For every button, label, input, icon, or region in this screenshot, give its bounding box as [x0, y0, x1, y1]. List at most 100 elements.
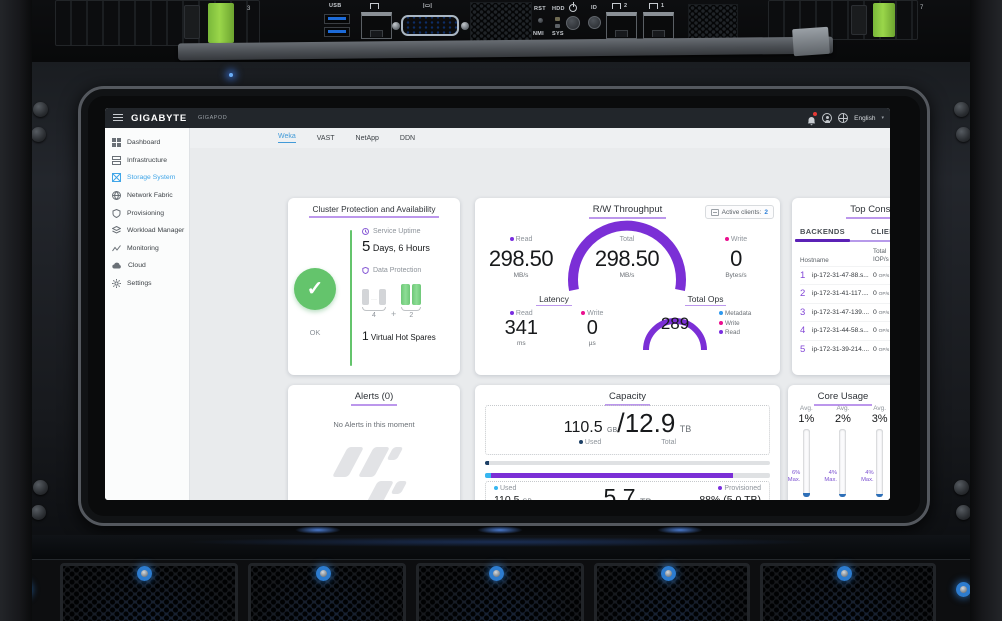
- tab-netapp[interactable]: NetApp: [356, 135, 379, 142]
- total-ops-value: 289: [639, 314, 711, 334]
- tab-weka[interactable]: Weka: [278, 133, 296, 143]
- tab-clients[interactable]: CLIENTS: [871, 227, 890, 236]
- card-title: Capacity: [475, 385, 780, 406]
- rail-bracket: [792, 27, 830, 56]
- consumer-row[interactable]: 5 ip-172-31-39-214.... 0 OP/s 0 Bytes/s: [800, 340, 890, 359]
- latency-write: Write 0 µs: [581, 310, 603, 347]
- core-usage-card: Core Usage Avg. 1% 6%Max. Avg. 2% 4%: [788, 385, 890, 500]
- sys-led: [555, 24, 560, 28]
- rack-ear-thumbscrew: [956, 582, 971, 597]
- core-col-frontend: Avg. 1% 6%Max.: [790, 405, 822, 497]
- cloud-icon: [112, 261, 122, 270]
- provisioned-detail: Provisioned 88% (5.0 TB): [699, 485, 761, 500]
- status-label: OK: [294, 328, 336, 337]
- alerts-card: Alerts (0) No Alerts in this moment: [288, 385, 460, 500]
- tab-vast[interactable]: VAST: [317, 135, 335, 142]
- tab-backends[interactable]: BACKENDS: [800, 227, 845, 236]
- network-fabric-icon: [112, 191, 121, 200]
- rack-rail-right: [970, 0, 1002, 621]
- sidebar-item-network-fabric[interactable]: Network Fabric: [105, 187, 189, 205]
- notifications-bell-icon[interactable]: [807, 113, 816, 123]
- vendor-tabbar: Weka VAST NetApp DDN: [190, 128, 890, 148]
- capacity-detail-box: Used 110.5 GB 5.7 TB Provisioned 88% (5.…: [485, 481, 770, 500]
- sidebar-item-provisioning[interactable]: Provisioning: [105, 204, 189, 222]
- monitor-panel: GIGABYTE GIGAPOD English ▾: [0, 62, 1002, 535]
- menu-icon[interactable]: [113, 114, 123, 122]
- core-max-label: 6%Max.: [782, 470, 800, 485]
- dashboard-icon: [112, 138, 121, 147]
- consumer-row[interactable]: 1 ip-172-31-47-88.s... 0 OP/s 0 Bytes/s: [800, 266, 890, 285]
- throughput-card: R/W Throughput Active clients: 2 Read 29…: [475, 198, 780, 375]
- core-bar: [803, 429, 810, 497]
- hot-spares: 1 Virtual Hot Spares: [362, 329, 456, 343]
- tab-ddn[interactable]: DDN: [400, 135, 415, 142]
- product-name: GIGAPOD: [198, 115, 227, 121]
- fan-row: [0, 559, 1002, 621]
- parity-count: 2: [401, 312, 421, 319]
- core-col-drives: Avg. 3% 4%Max.: [864, 405, 890, 497]
- vga-screw-right: [461, 22, 469, 30]
- fan-thumbscrew: [837, 566, 852, 581]
- drive-bay-left: [55, 0, 260, 46]
- sidebar-item-dashboard[interactable]: Dashboard: [105, 134, 189, 152]
- usb-label: USB: [329, 3, 342, 9]
- sidebar-nav: Dashboard Infrastructure Storage System …: [105, 128, 190, 500]
- core-col-compute: Avg. 2% 4%Max.: [827, 405, 859, 497]
- infrastructure-icon: [112, 156, 121, 165]
- capacity-usage-bar: [485, 461, 770, 465]
- consumer-row[interactable]: 4 ip-172-31-44-58.s... 0 OP/s 0 Bytes/s: [800, 321, 890, 340]
- data-protection-diagram: ··· 4 + 2: [362, 284, 456, 319]
- vga-icon: |▭|: [423, 3, 432, 9]
- latency-section: Latency Read 341 ms Write 0 µs: [483, 294, 625, 347]
- rack-scene: 3 USB |▭| RST NMI HDD SYS ID 2 1: [0, 0, 1002, 621]
- hdd-label: HDD: [552, 6, 565, 12]
- card-title: Top Consumers: [792, 198, 890, 219]
- language-globe-icon[interactable]: [838, 113, 848, 123]
- lan1-label: 1: [661, 3, 664, 9]
- sidebar-item-storage-system[interactable]: Storage System: [105, 169, 189, 187]
- panel-screw: [956, 127, 971, 142]
- total-ops-section: Total Ops 289 Metadata Write Read: [633, 294, 778, 370]
- core-max-label: 4%Max.: [819, 470, 837, 485]
- led-glow: [657, 526, 703, 534]
- consumer-row[interactable]: 3 ip-172-31-47-139.... 0 OP/s 0 Bytes/s: [800, 303, 890, 322]
- chassis-rail: [178, 37, 833, 61]
- top-server-chassis: 3 USB |▭| RST NMI HDD SYS ID 2 1: [0, 0, 1002, 62]
- drive-latch-handle: [851, 5, 867, 35]
- provisioning-icon: [112, 209, 121, 218]
- drive-bay-number-right: 7: [920, 5, 923, 11]
- sidebar-item-workload-manager[interactable]: Workload Manager: [105, 222, 189, 240]
- language-selector[interactable]: English: [854, 115, 875, 122]
- sidebar-item-monitoring[interactable]: Monitoring: [105, 240, 189, 258]
- card-title: Alerts (0): [288, 385, 460, 406]
- drive-latch-handle: [184, 5, 200, 39]
- mgmt-lan-port: [361, 12, 392, 39]
- sidebar-item-infrastructure[interactable]: Infrastructure: [105, 152, 189, 170]
- used-capacity-value: 110.5: [564, 419, 603, 436]
- status-led: [229, 73, 233, 77]
- panel-screw: [31, 127, 46, 142]
- drive-bay-number-left: 3: [247, 6, 250, 12]
- user-avatar-icon[interactable]: [822, 113, 832, 123]
- notification-badge: [813, 112, 817, 116]
- sidebar-item-settings[interactable]: Settings: [105, 275, 189, 293]
- top-consumers-card: Top Consumers BACKENDS CLIENTS Hostname …: [792, 198, 890, 375]
- fan-thumbscrew: [489, 566, 504, 581]
- brand-logo: GIGABYTE: [131, 113, 187, 124]
- vga-port: [401, 15, 459, 36]
- fan-thumbscrew: [137, 566, 152, 581]
- capacity-card: Capacity 110.5 GB/12.9 TB Used Total: [475, 385, 780, 500]
- consumers-table-header: Hostname TotalIOP/s ▼ TotalThroughput ▼: [800, 248, 890, 264]
- core-bar: [839, 429, 846, 497]
- chevron-down-icon[interactable]: ▾: [881, 115, 884, 121]
- consumer-row[interactable]: 2 ip-172-31-41-117.... 0 OP/s 0 Bytes/s: [800, 284, 890, 303]
- storage-system-icon: [112, 173, 121, 182]
- hdd-led: [555, 17, 560, 21]
- divider: [350, 230, 352, 366]
- lan-port-1: [643, 12, 674, 39]
- panel-screw: [956, 505, 971, 520]
- sidebar-item-cloud[interactable]: Cloud: [105, 257, 189, 275]
- lan-port-2: [606, 12, 637, 39]
- core-max-label: 4%Max.: [856, 470, 874, 485]
- dashboard-content: Cluster Protection and Availability ✓ OK…: [190, 148, 890, 500]
